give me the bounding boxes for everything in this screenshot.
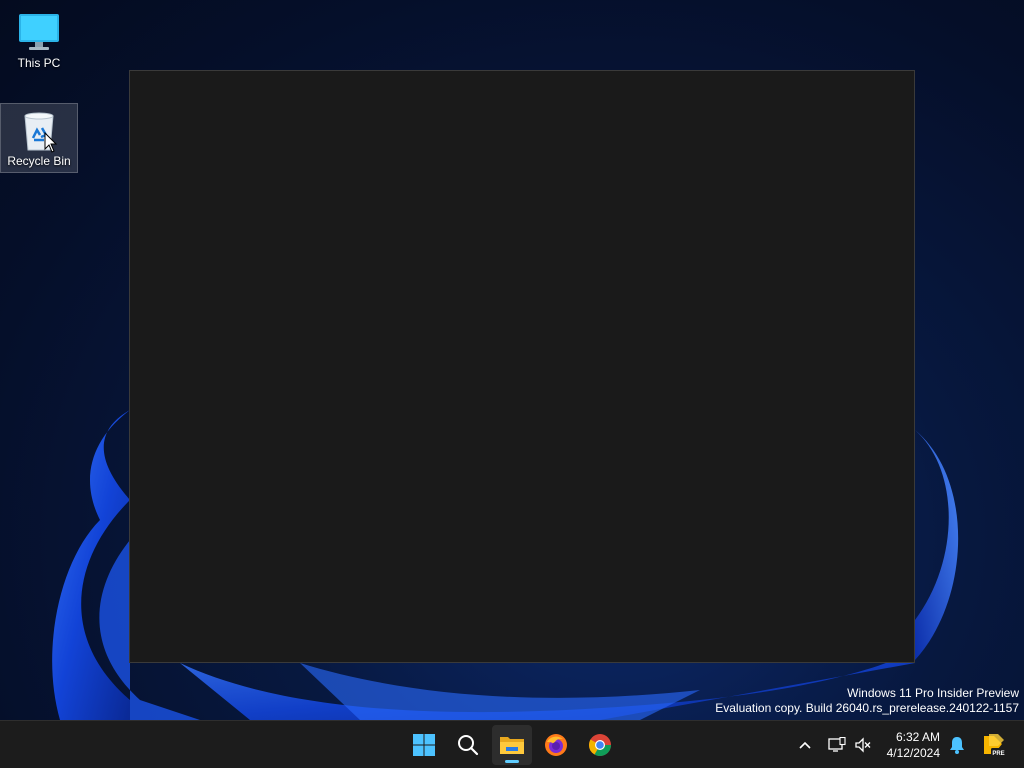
desktop-icon-label: This PC — [17, 56, 61, 70]
network-icon — [828, 737, 846, 752]
notifications-button[interactable] — [946, 721, 968, 768]
chevron-up-icon — [799, 741, 811, 749]
clock[interactable]: 6:32 AM 4/12/2024 — [887, 729, 940, 761]
clock-time: 6:32 AM — [895, 730, 940, 744]
watermark-line-2: Evaluation copy. Build 26040.rs_prerelea… — [715, 701, 1019, 715]
chrome-button[interactable] — [580, 725, 620, 765]
mouse-cursor-icon — [44, 132, 58, 153]
desktop-icon-label: Recycle Bin — [7, 154, 71, 168]
firefox-icon — [545, 734, 567, 756]
desktop: This PC Recycle Bin Windows 11 Pro Insid… — [0, 0, 1024, 768]
blank-window[interactable] — [129, 70, 915, 663]
watermark-line-1: Windows 11 Pro Insider Preview — [847, 686, 1019, 700]
volume-muted-icon — [855, 737, 871, 753]
bell-icon — [950, 737, 964, 754]
firefox-button[interactable] — [536, 725, 576, 765]
tray-overflow-button[interactable] — [794, 721, 816, 768]
clock-date: 4/12/2024 — [886, 746, 940, 760]
start-button[interactable] — [404, 725, 444, 765]
desktop-icon-this-pc[interactable]: This PC — [0, 6, 78, 76]
windows-start-icon — [413, 734, 435, 756]
network-button[interactable] — [826, 721, 848, 768]
search-button[interactable] — [448, 725, 488, 765]
volume-button[interactable] — [852, 721, 874, 768]
desktop-icon-recycle-bin[interactable]: Recycle Bin — [0, 103, 78, 173]
monitor-icon — [19, 14, 59, 50]
taskbar: 6:32 AM 4/12/2024 PRE — [0, 720, 1024, 768]
file-explorer-button[interactable] — [492, 725, 532, 765]
badge-text: PRE — [992, 751, 1004, 757]
folder-icon — [500, 737, 524, 754]
insider-badge-button[interactable]: PRE — [978, 721, 1008, 768]
search-icon — [458, 735, 479, 756]
chrome-icon — [589, 734, 611, 756]
evaluation-watermark: Windows 11 Pro Insider Preview Evaluatio… — [715, 686, 1019, 716]
insider-pre-badge-icon: PRE — [984, 734, 1006, 757]
active-app-indicator — [505, 760, 519, 763]
